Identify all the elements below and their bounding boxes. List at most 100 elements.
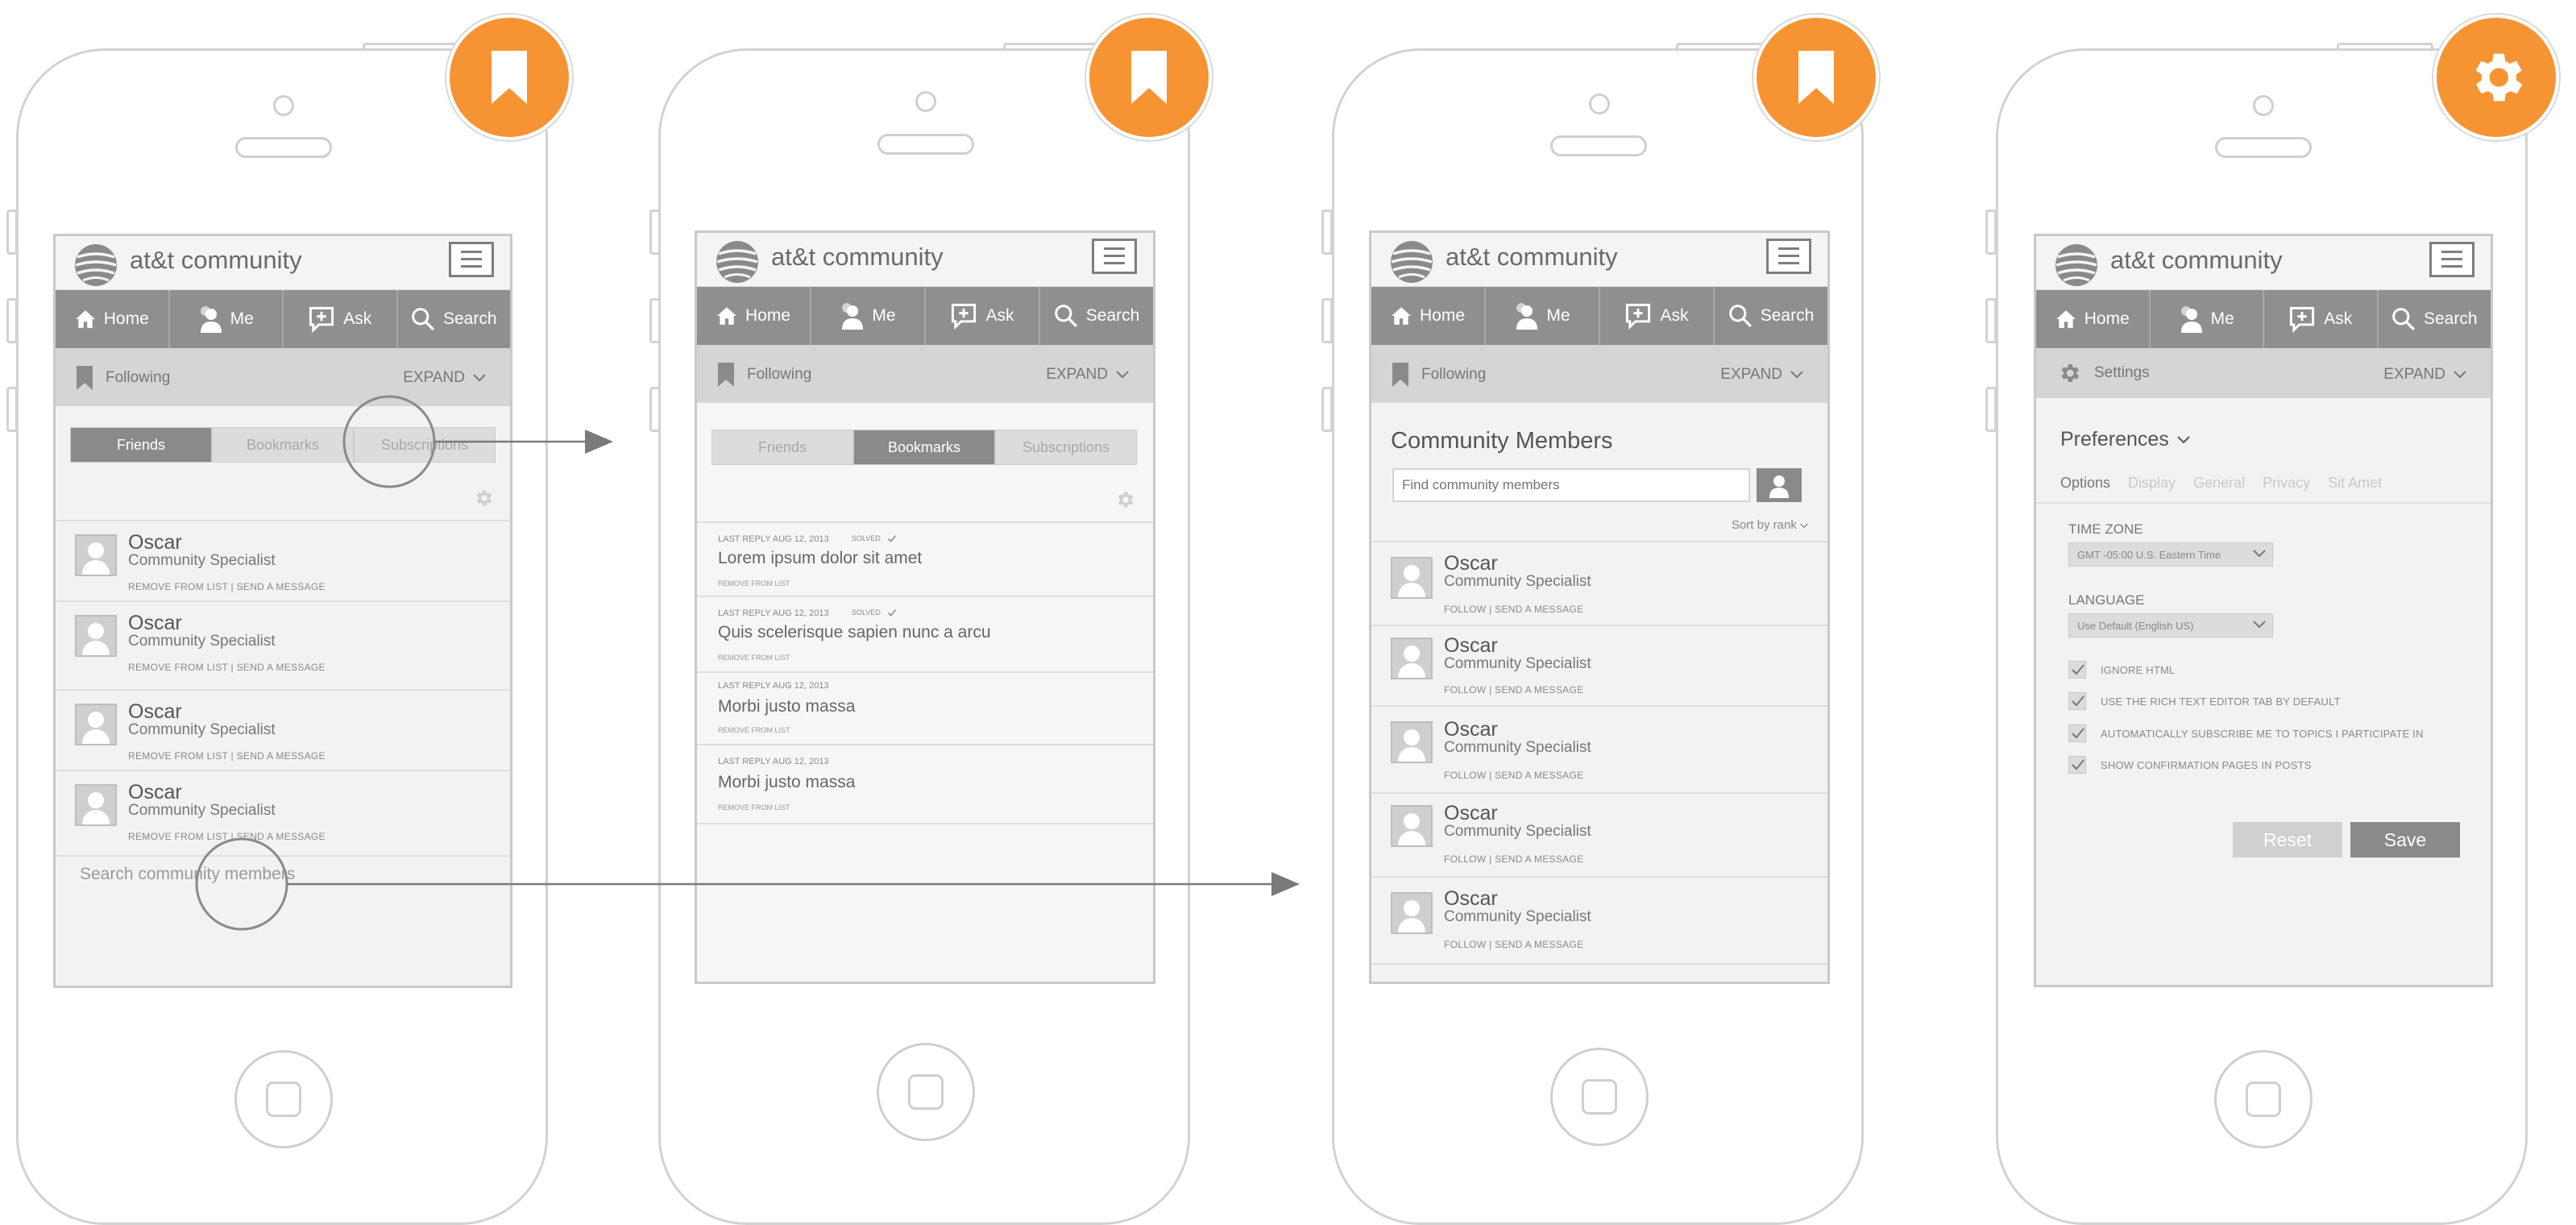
member-name[interactable]: Oscar (1444, 887, 1498, 911)
tab-sit-amet[interactable]: Sit Amet (2328, 475, 2382, 492)
hamburger-menu-button[interactable] (1092, 239, 1137, 274)
person-icon (840, 302, 864, 330)
chevron-down-icon (2177, 436, 2190, 444)
search-icon (1054, 304, 1078, 328)
remove-from-list-link[interactable]: REMOVE FROM LIST (718, 654, 790, 662)
hamburger-menu-button[interactable] (449, 242, 494, 277)
member-name[interactable]: Oscar (1444, 634, 1498, 658)
expand-label: EXPAND (2383, 366, 2445, 383)
save-button[interactable]: Save (2350, 822, 2460, 858)
nav-ask[interactable]: Ask (1600, 287, 1715, 345)
home-icon (716, 305, 737, 326)
remove-from-list-link[interactable]: REMOVE FROM LIST (718, 726, 790, 734)
nav-ask[interactable]: Ask (284, 290, 398, 348)
auto-subscribe-checkbox[interactable] (2068, 725, 2086, 742)
tab-privacy[interactable]: Privacy (2263, 475, 2310, 492)
member-name[interactable]: Oscar (128, 612, 182, 635)
member-actions[interactable]: REMOVE FROM LIST | SEND A MESSAGE (128, 581, 326, 592)
main-nav: Home Me Ask Search (697, 287, 1153, 345)
member-name[interactable]: Oscar (128, 531, 182, 554)
tab-options[interactable]: Options (2060, 475, 2110, 492)
tab-general[interactable]: General (2193, 475, 2245, 492)
member-actions[interactable]: FOLLOW | SEND A MESSAGE (1444, 853, 1583, 865)
phone-2-home-button[interactable] (877, 1043, 975, 1141)
hamburger-menu-button[interactable] (2429, 242, 2474, 277)
home-icon (2055, 309, 2076, 330)
bookmark-badge (1753, 15, 1879, 140)
tab-display[interactable]: Display (2128, 475, 2176, 492)
settings-bar[interactable]: Settings EXPAND (2036, 348, 2491, 398)
person-icon (198, 305, 222, 333)
nav-search-label: Search (1760, 306, 1815, 325)
tab-subscriptions[interactable]: Subscriptions (995, 430, 1137, 465)
nav-home[interactable]: Home (697, 287, 811, 345)
gear-icon[interactable] (1114, 489, 1135, 510)
nav-home[interactable]: Home (2036, 290, 2151, 348)
hamburger-menu-button[interactable] (1766, 239, 1811, 274)
language-select[interactable]: Use Default (English US) (2068, 613, 2273, 637)
post-title[interactable]: Lorem ipsum dolor sit amet (718, 549, 922, 568)
gear-icon[interactable] (473, 488, 494, 509)
person-icon (1514, 302, 1538, 330)
reset-button[interactable]: Reset (2233, 822, 2342, 858)
nav-search[interactable]: Search (2379, 290, 2491, 348)
nav-ask[interactable]: Ask (926, 287, 1040, 345)
remove-from-list-link[interactable]: REMOVE FROM LIST (718, 579, 790, 588)
post-meta: LAST REPLY AUG 12, 2013 (718, 534, 829, 544)
phone-1-camera (273, 95, 294, 116)
member-role: Community Specialist (1444, 908, 1591, 925)
ignore-html-checkbox[interactable] (2068, 661, 2086, 679)
find-members-input[interactable] (1392, 468, 1750, 502)
tab-bookmarks[interactable]: Bookmarks (212, 427, 354, 463)
phone-3-home-button[interactable] (1550, 1048, 1649, 1146)
nav-me[interactable]: Me (811, 287, 926, 345)
following-tabs: Friends Bookmarks Subscriptions (70, 427, 496, 463)
member-actions[interactable]: REMOVE FROM LIST | SEND A MESSAGE (128, 662, 326, 673)
nav-me[interactable]: Me (2151, 290, 2264, 348)
nav-me[interactable]: Me (1486, 287, 1600, 345)
nav-search[interactable]: Search (1715, 287, 1827, 345)
post-title[interactable]: Morbi justo massa (718, 697, 855, 716)
timezone-select[interactable]: GMT -05:00 U.S. Eastern Time (2068, 542, 2273, 567)
member-actions[interactable]: FOLLOW | SEND A MESSAGE (1444, 770, 1583, 781)
nav-me[interactable]: Me (170, 290, 284, 348)
tab-friends[interactable]: Friends (70, 427, 212, 463)
member-actions[interactable]: FOLLOW | SEND A MESSAGE (1444, 684, 1583, 696)
phone-3-speaker (1550, 135, 1647, 156)
member-name[interactable]: Oscar (1444, 552, 1498, 575)
member-name[interactable]: Oscar (128, 781, 182, 804)
member-actions[interactable]: REMOVE FROM LIST | SEND A MESSAGE (128, 831, 326, 842)
phone-1-home-button[interactable] (234, 1050, 333, 1148)
remove-from-list-link[interactable]: REMOVE FROM LIST (718, 804, 790, 812)
nav-ask[interactable]: Ask (2264, 290, 2379, 348)
member-actions[interactable]: FOLLOW | SEND A MESSAGE (1444, 939, 1583, 950)
phone-4-home-button[interactable] (2214, 1050, 2313, 1148)
following-bar[interactable]: Following EXPAND (56, 348, 510, 406)
search-community-members-link[interactable]: Search community members (80, 865, 295, 884)
list-item: Oscar Community Specialist FOLLOW | SEND… (1371, 792, 1827, 878)
following-bar[interactable]: Following EXPAND (697, 345, 1153, 403)
tab-bookmarks[interactable]: Bookmarks (853, 430, 995, 465)
member-name[interactable]: Oscar (128, 700, 182, 724)
member-name[interactable]: Oscar (1444, 802, 1498, 825)
gear-icon (2464, 45, 2528, 110)
post-title[interactable]: Morbi justo massa (718, 773, 855, 792)
nav-home[interactable]: Home (56, 290, 170, 348)
nav-home[interactable]: Home (1371, 287, 1486, 345)
confirmation-pages-checkbox[interactable] (2068, 756, 2086, 774)
sort-by-rank[interactable]: Sort by rank (1732, 518, 1808, 532)
post-title[interactable]: Quis scelerisque sapien nunc a arcu (718, 623, 991, 642)
tab-friends[interactable]: Friends (711, 430, 853, 465)
find-members-button[interactable] (1757, 468, 1802, 502)
rich-text-editor-checkbox[interactable] (2068, 692, 2086, 710)
avatar (1391, 557, 1433, 599)
nav-search[interactable]: Search (1040, 287, 1153, 345)
following-bar[interactable]: Following EXPAND (1371, 345, 1827, 403)
nav-search[interactable]: Search (398, 290, 511, 348)
app-header: at&t community (2036, 236, 2491, 290)
preferences-dropdown[interactable]: Preferences (2060, 428, 2190, 451)
tab-subscriptions[interactable]: Subscriptions (354, 427, 496, 463)
member-actions[interactable]: FOLLOW | SEND A MESSAGE (1444, 604, 1583, 615)
member-name[interactable]: Oscar (1444, 718, 1498, 741)
member-actions[interactable]: REMOVE FROM LIST | SEND A MESSAGE (128, 750, 326, 762)
